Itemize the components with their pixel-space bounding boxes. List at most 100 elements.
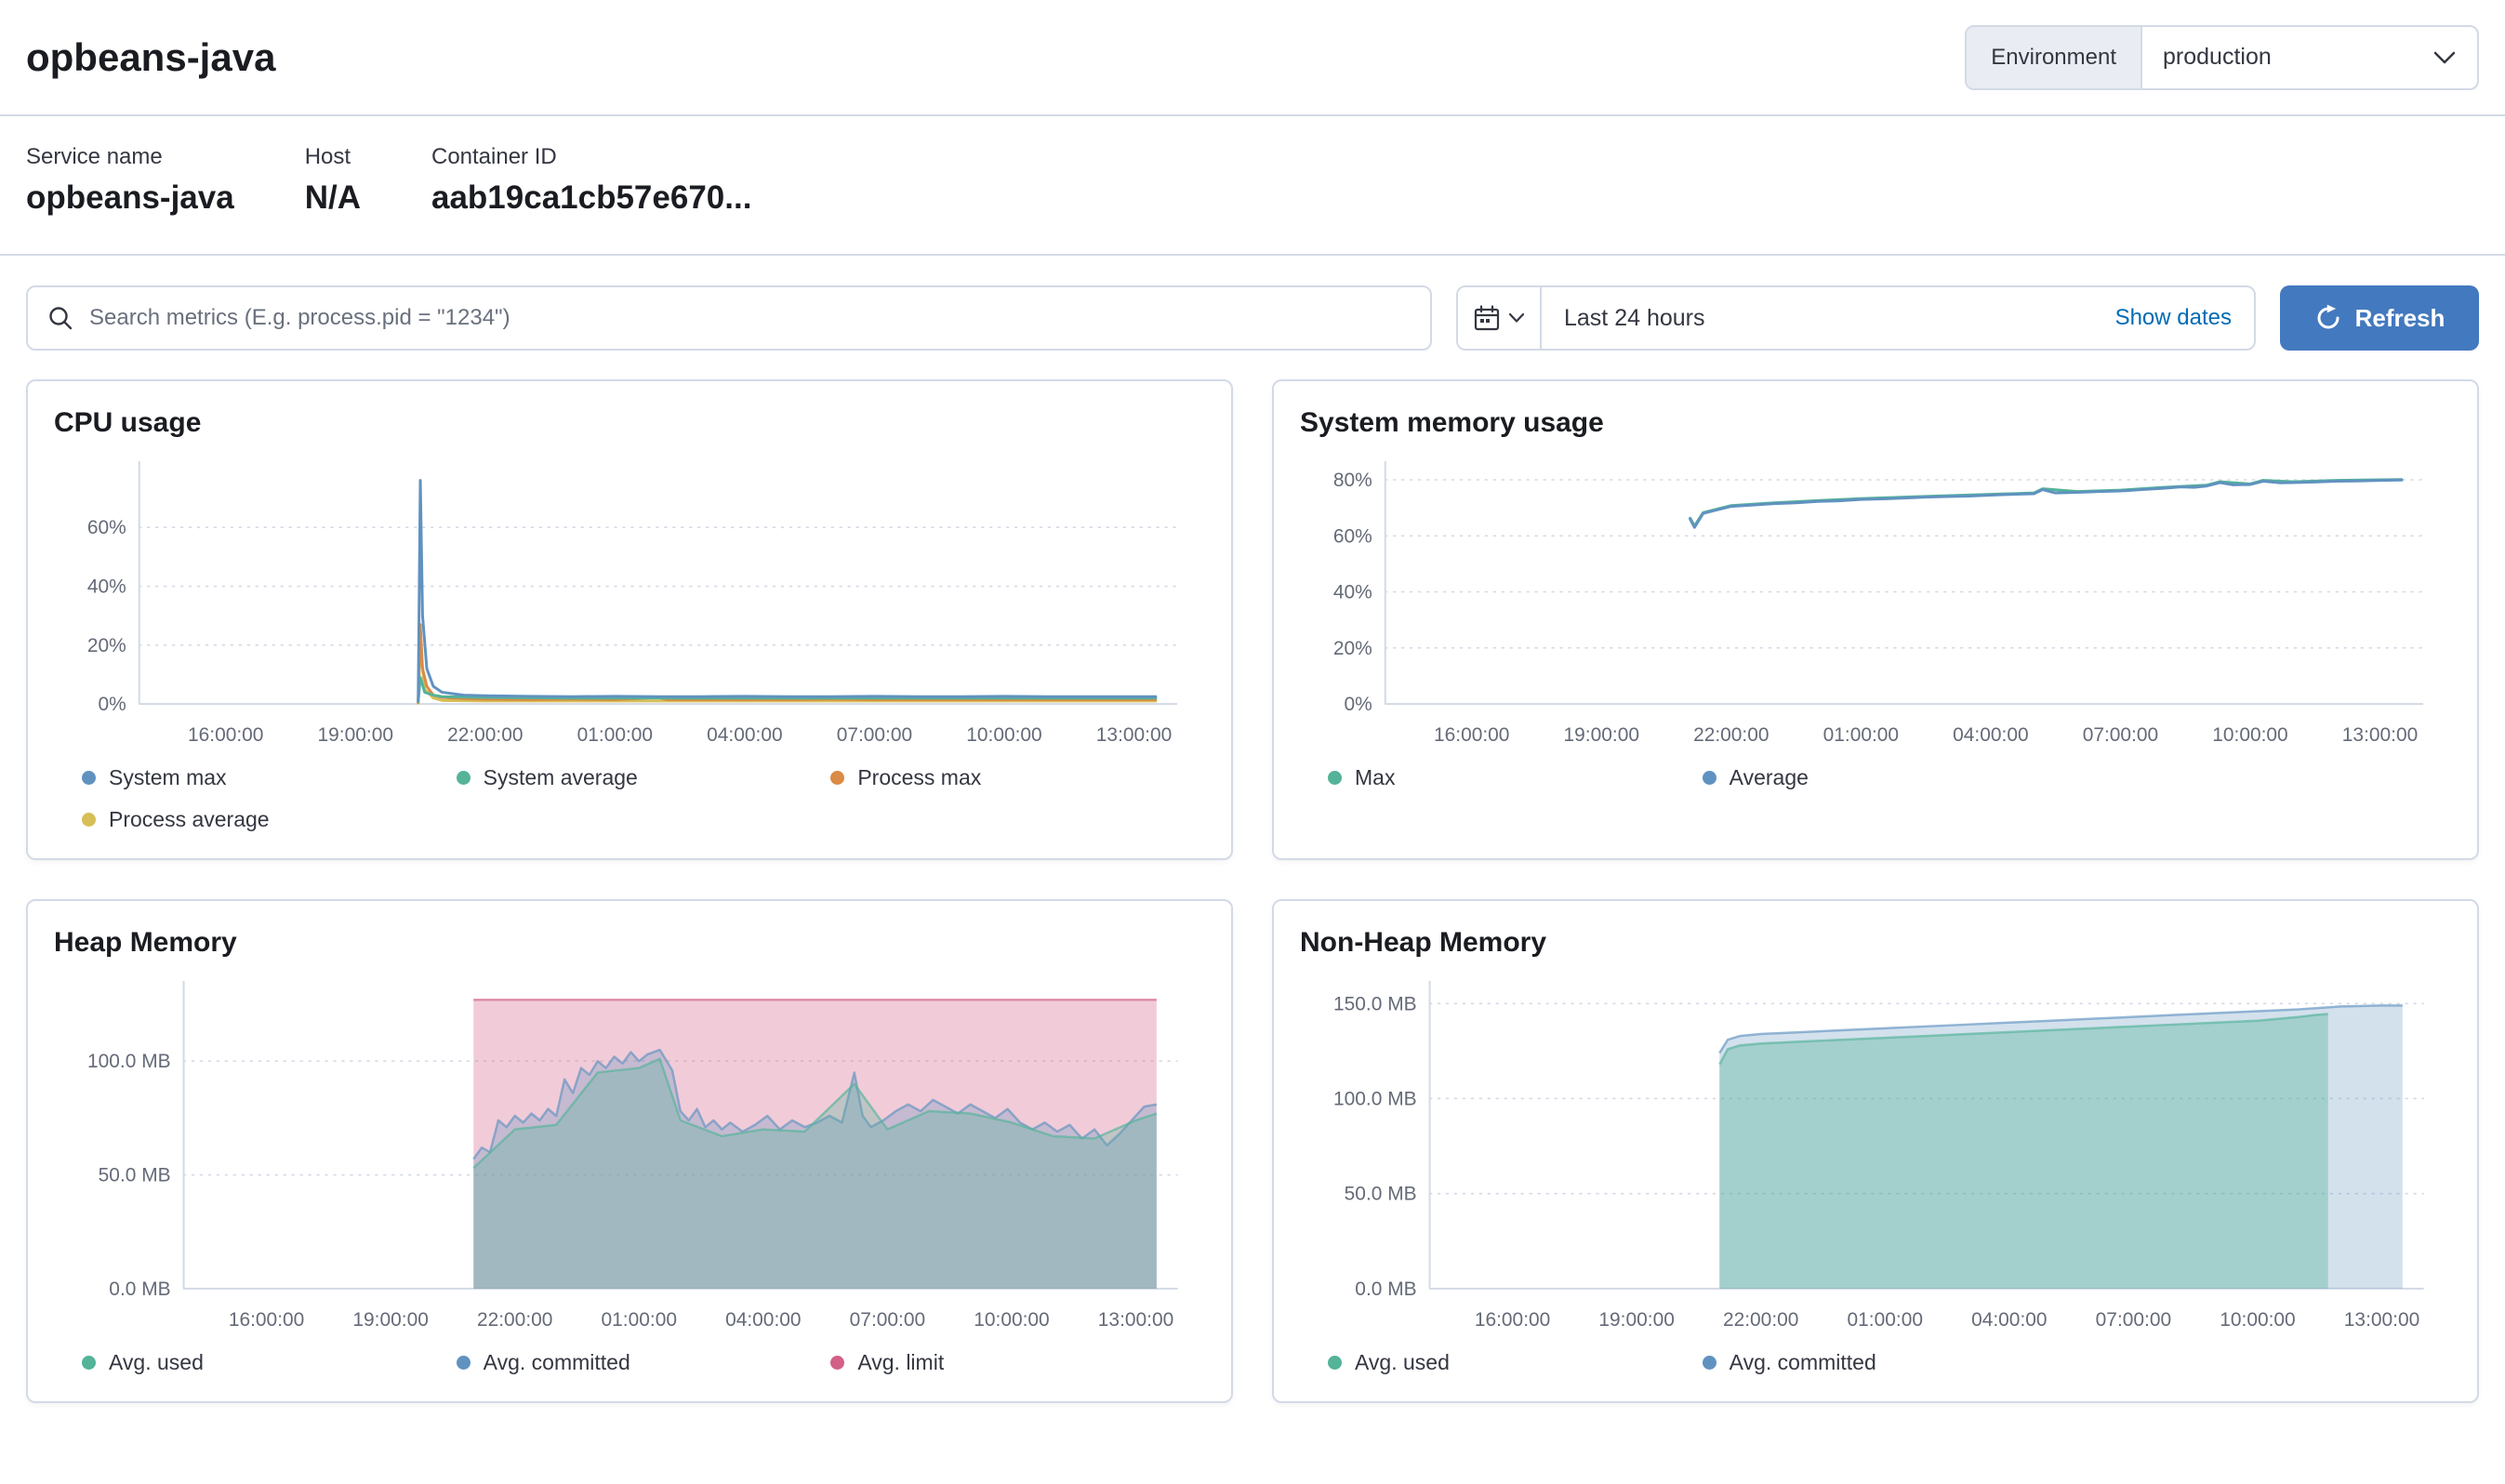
svg-text:20%: 20% (1333, 638, 1372, 659)
legend-dot-icon (830, 771, 844, 785)
calendar-button[interactable] (1458, 287, 1542, 349)
legend-item[interactable]: Avg. limit (830, 1350, 1205, 1375)
legend-label: Process average (109, 807, 270, 832)
svg-text:07:00:00: 07:00:00 (850, 1309, 925, 1331)
svg-text:16:00:00: 16:00:00 (229, 1309, 304, 1331)
stat-value: aab19ca1cb57e670... (431, 179, 751, 217)
legend-dot-icon (830, 1356, 844, 1370)
search-input[interactable] (89, 305, 1412, 331)
svg-text:13:00:00: 13:00:00 (2344, 1309, 2419, 1331)
svg-text:22:00:00: 22:00:00 (1723, 1309, 1798, 1331)
legend-item[interactable]: Process max (830, 765, 1205, 790)
search-icon (46, 304, 74, 332)
svg-text:50.0 MB: 50.0 MB (99, 1164, 171, 1186)
svg-text:19:00:00: 19:00:00 (1564, 724, 1639, 746)
legend-item[interactable]: Average (1703, 765, 2077, 790)
legend-item[interactable]: Process average (82, 807, 457, 832)
svg-text:20%: 20% (87, 635, 126, 656)
heap-memory-chart[interactable]: 0.0 MB50.0 MB100.0 MB16:00:0019:00:0022:… (54, 972, 1205, 1343)
svg-text:60%: 60% (1333, 525, 1372, 547)
legend-dot-icon (457, 1356, 471, 1370)
cpu-usage-chart[interactable]: 0%20%40%60%16:00:0019:00:0022:00:0001:00… (54, 452, 1205, 758)
stat-service-name: Service name opbeans-java (26, 144, 234, 217)
svg-text:60%: 60% (87, 517, 126, 538)
svg-text:40%: 40% (87, 576, 126, 598)
cpu-usage-panel: CPU usage 0%20%40%60%16:00:0019:00:0022:… (26, 379, 1233, 860)
chevron-down-icon (2432, 50, 2457, 65)
environment-value: production (2163, 44, 2272, 71)
non-heap-memory-panel: Non-Heap Memory 0.0 MB50.0 MB100.0 MB150… (1272, 899, 2479, 1403)
legend-item[interactable]: Max (1328, 765, 1703, 790)
environment-control: Environment production (1965, 25, 2479, 90)
svg-text:04:00:00: 04:00:00 (725, 1309, 801, 1331)
show-dates-link[interactable]: Show dates (2115, 305, 2232, 331)
svg-text:0.0 MB: 0.0 MB (1355, 1279, 1416, 1300)
svg-text:04:00:00: 04:00:00 (1953, 724, 2028, 746)
calendar-icon (1473, 304, 1501, 332)
svg-text:13:00:00: 13:00:00 (2342, 724, 2418, 746)
svg-text:16:00:00: 16:00:00 (1434, 724, 1509, 746)
svg-text:19:00:00: 19:00:00 (318, 724, 393, 746)
legend-item[interactable]: Avg. used (82, 1350, 457, 1375)
svg-text:07:00:00: 07:00:00 (2083, 724, 2158, 746)
legend-label: System average (484, 765, 638, 790)
legend-item[interactable]: System max (82, 765, 457, 790)
service-info-bar: Service name opbeans-java Host N/A Conta… (0, 116, 2505, 256)
svg-text:100.0 MB: 100.0 MB (87, 1051, 171, 1072)
svg-text:50.0 MB: 50.0 MB (1345, 1184, 1417, 1205)
date-range-display[interactable]: Last 24 hours Show dates (1542, 305, 2254, 332)
svg-text:22:00:00: 22:00:00 (477, 1309, 552, 1331)
legend-label: Avg. used (109, 1350, 204, 1375)
svg-text:10:00:00: 10:00:00 (966, 724, 1041, 746)
svg-text:16:00:00: 16:00:00 (1475, 1309, 1550, 1331)
legend-item[interactable]: Avg. used (1328, 1350, 1703, 1375)
legend-item[interactable]: Avg. committed (1703, 1350, 2077, 1375)
refresh-button[interactable]: Refresh (2280, 285, 2479, 351)
stat-value: N/A (305, 179, 361, 217)
chart-title: System memory usage (1300, 407, 2451, 439)
svg-text:13:00:00: 13:00:00 (1096, 724, 1172, 746)
environment-select[interactable]: production (2142, 27, 2477, 88)
legend-label: Process max (857, 765, 981, 790)
legend-label: Avg. used (1355, 1350, 1450, 1375)
stat-label: Host (305, 144, 361, 170)
legend-label: Avg. committed (1730, 1350, 1876, 1375)
svg-text:22:00:00: 22:00:00 (1693, 724, 1769, 746)
svg-text:10:00:00: 10:00:00 (2220, 1309, 2295, 1331)
legend-label: Max (1355, 765, 1395, 790)
svg-text:01:00:00: 01:00:00 (1848, 1309, 1923, 1331)
svg-text:07:00:00: 07:00:00 (837, 724, 912, 746)
svg-text:07:00:00: 07:00:00 (2096, 1309, 2171, 1331)
legend-dot-icon (1703, 1356, 1716, 1370)
svg-text:150.0 MB: 150.0 MB (1333, 993, 1417, 1014)
svg-text:01:00:00: 01:00:00 (1823, 724, 1899, 746)
svg-text:0%: 0% (1345, 694, 1372, 715)
stat-container-id: Container ID aab19ca1cb57e670... (431, 144, 751, 217)
legend-dot-icon (82, 813, 96, 827)
legend-item[interactable]: System average (457, 765, 831, 790)
non-heap-memory-chart[interactable]: 0.0 MB 50.0 MB 100.0 MB 150.0 MB 16:00:00 19:… (1300, 972, 2451, 1343)
page-title: opbeans-java (26, 35, 275, 80)
non-heap-memory-legend: Avg. used Avg. committed (1328, 1350, 2451, 1375)
svg-text:40%: 40% (1333, 581, 1372, 603)
svg-text:19:00:00: 19:00:00 (1598, 1309, 1674, 1331)
stat-value: opbeans-java (26, 179, 234, 217)
legend-item[interactable]: Avg. committed (457, 1350, 831, 1375)
environment-label: Environment (1967, 27, 2142, 88)
legend-dot-icon (1703, 771, 1716, 785)
svg-text:04:00:00: 04:00:00 (1971, 1309, 2047, 1331)
svg-text:01:00:00: 01:00:00 (602, 1309, 677, 1331)
heap-memory-legend: Avg. used Avg. committed Avg. limit (82, 1350, 1205, 1375)
stat-label: Service name (26, 144, 234, 170)
refresh-label: Refresh (2355, 304, 2445, 333)
svg-text:10:00:00: 10:00:00 (2212, 724, 2287, 746)
system-memory-chart[interactable]: 0% 20% 40% 60% 80% 16:00:00 19:00:00 22:00:00 01… (1300, 452, 2451, 758)
system-memory-panel: System memory usage 0% 20% 40% 60% 80% 16:00:… (1272, 379, 2479, 860)
svg-text:04:00:00: 04:00:00 (707, 724, 782, 746)
svg-text:100.0 MB: 100.0 MB (1333, 1088, 1417, 1109)
svg-text:80%: 80% (1333, 470, 1372, 491)
svg-text:13:00:00: 13:00:00 (1098, 1309, 1173, 1331)
legend-label: Avg. committed (484, 1350, 630, 1375)
date-picker: Last 24 hours Show dates (1456, 285, 2256, 351)
legend-dot-icon (1328, 1356, 1342, 1370)
